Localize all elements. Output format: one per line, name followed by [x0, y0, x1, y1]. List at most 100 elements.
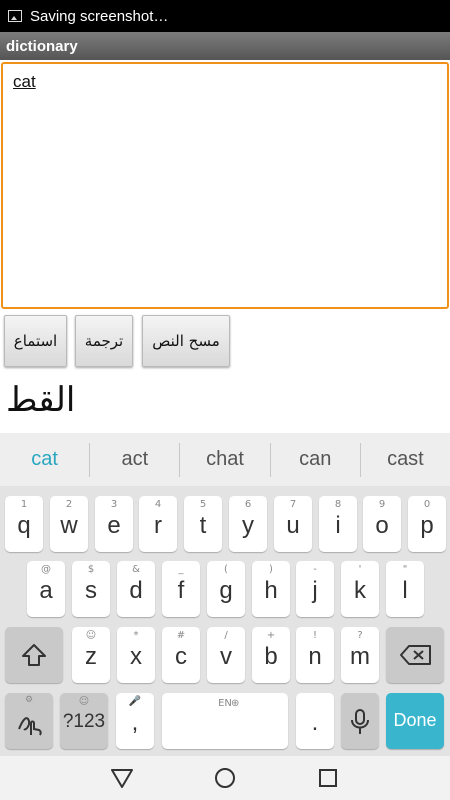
- key-letter: q: [17, 512, 31, 539]
- key-letter: ?123: [62, 711, 106, 732]
- key-letter: ,: [131, 709, 139, 736]
- key-d[interactable]: & d: [117, 561, 155, 617]
- key-hint: +: [266, 630, 276, 641]
- key-hint: 7: [289, 499, 297, 510]
- back-icon[interactable]: [108, 764, 136, 792]
- key-letter: w: [60, 512, 78, 539]
- key-letter: h: [264, 577, 278, 604]
- key-letter: c: [175, 643, 187, 670]
- suggestion-item[interactable]: chat: [180, 448, 269, 471]
- space-key[interactable]: EN ⊕: [162, 693, 288, 749]
- key-hint: 6: [244, 499, 252, 510]
- key-hint: 5: [199, 499, 207, 510]
- key-p[interactable]: 0p: [408, 496, 446, 552]
- language-hint: EN: [218, 698, 232, 709]
- key-y[interactable]: 6y: [229, 496, 267, 552]
- translate-button[interactable]: ترجمة: [75, 315, 133, 367]
- symbols-key[interactable]: ☺ ?123: [60, 693, 108, 749]
- key-letter: t: [199, 512, 207, 539]
- key-l[interactable]: " l: [386, 561, 424, 617]
- key-k[interactable]: ' k: [341, 561, 379, 617]
- status-text: Saving screenshot…: [30, 7, 169, 25]
- suggestion-item[interactable]: cat: [0, 448, 89, 471]
- key-letter: v: [220, 643, 232, 670]
- key-j[interactable]: -j: [296, 561, 334, 617]
- suggestion-item[interactable]: can: [271, 448, 360, 471]
- key-letter: Done: [393, 710, 437, 730]
- key-hint: &: [132, 564, 140, 575]
- screenshot-icon: [8, 10, 22, 22]
- soft-keyboard: 1q 2w 3e 4r 5t 6y 7u 8i 9o 0p @ a $ s & d _…: [0, 486, 450, 756]
- app-title: dictionary: [6, 37, 78, 55]
- key-letter: l: [402, 577, 408, 604]
- key-c[interactable]: # c: [162, 627, 200, 683]
- key-letter: k: [354, 577, 366, 604]
- key-hint: 4: [154, 499, 162, 510]
- word-input-value: cat: [13, 72, 36, 91]
- listen-button[interactable]: استماع: [4, 315, 67, 367]
- key-hint: 0: [423, 499, 431, 510]
- clear-text-button[interactable]: مسح النص: [142, 315, 230, 367]
- key-o[interactable]: 9o: [363, 496, 401, 552]
- handwriting-icon: [18, 717, 42, 736]
- key-v[interactable]: / v: [207, 627, 245, 683]
- key-hint: ): [269, 564, 273, 575]
- key-letter: p: [420, 512, 434, 539]
- key-w[interactable]: 2w: [50, 496, 88, 552]
- key-e[interactable]: 3e: [95, 496, 133, 552]
- key-letter: f: [177, 577, 185, 604]
- key-letter: e: [107, 512, 121, 539]
- key-hint: 8: [334, 499, 342, 510]
- key-q[interactable]: 1q: [5, 496, 43, 552]
- key-a[interactable]: @ a: [27, 561, 65, 617]
- key-hint: (: [224, 564, 228, 575]
- key-t[interactable]: 5t: [184, 496, 222, 552]
- word-input[interactable]: cat: [1, 62, 449, 309]
- key-u[interactable]: 7u: [274, 496, 312, 552]
- key-letter: n: [308, 643, 322, 670]
- app-title-bar: dictionary: [0, 32, 450, 60]
- comma-key[interactable]: 🎤 ,: [116, 693, 154, 749]
- shift-icon: [22, 644, 46, 666]
- key-g[interactable]: (g: [207, 561, 245, 617]
- key-m[interactable]: ? m: [341, 627, 379, 683]
- key-h[interactable]: ) h: [252, 561, 290, 617]
- key-letter: .: [311, 709, 319, 736]
- key-i[interactable]: 8i: [319, 496, 357, 552]
- microphone-hint-icon: 🎤: [128, 696, 142, 707]
- backspace-key[interactable]: [386, 627, 444, 683]
- done-button[interactable]: Done: [386, 693, 444, 749]
- key-hint: ☺: [85, 630, 97, 641]
- backspace-icon: [400, 645, 431, 665]
- key-hint: @: [41, 564, 51, 575]
- key-letter: j: [312, 577, 318, 604]
- key-hint: !: [312, 630, 317, 641]
- shift-key[interactable]: [5, 627, 63, 683]
- home-icon[interactable]: [211, 764, 239, 792]
- key-b[interactable]: + b: [252, 627, 290, 683]
- voice-input-key[interactable]: [341, 693, 379, 749]
- key-hint: $: [87, 564, 95, 575]
- key-n[interactable]: ! n: [296, 627, 334, 683]
- suggestion-item[interactable]: cast: [361, 448, 450, 471]
- settings-gear-icon: ⚙: [24, 695, 34, 705]
- key-letter: s: [85, 577, 97, 604]
- key-hint: _: [178, 564, 184, 575]
- key-s[interactable]: $ s: [72, 561, 110, 617]
- key-x[interactable]: * x: [117, 627, 155, 683]
- key-z[interactable]: ☺ z: [72, 627, 110, 683]
- emoji-handwriting-key[interactable]: ⚙: [5, 693, 53, 749]
- key-r[interactable]: 4r: [139, 496, 177, 552]
- key-f[interactable]: _ f: [162, 561, 200, 617]
- suggestion-item[interactable]: act: [90, 448, 179, 471]
- status-bar: Saving screenshot…: [0, 0, 450, 32]
- period-key[interactable]: .: [296, 693, 334, 749]
- recents-icon[interactable]: [314, 764, 342, 792]
- key-hint: ": [402, 564, 408, 575]
- key-letter: b: [264, 643, 278, 670]
- key-letter: x: [130, 643, 142, 670]
- globe-icon: ⊕: [231, 698, 240, 709]
- key-hint: /: [224, 630, 228, 641]
- key-letter: d: [129, 577, 143, 604]
- microphone-icon: [351, 709, 369, 734]
